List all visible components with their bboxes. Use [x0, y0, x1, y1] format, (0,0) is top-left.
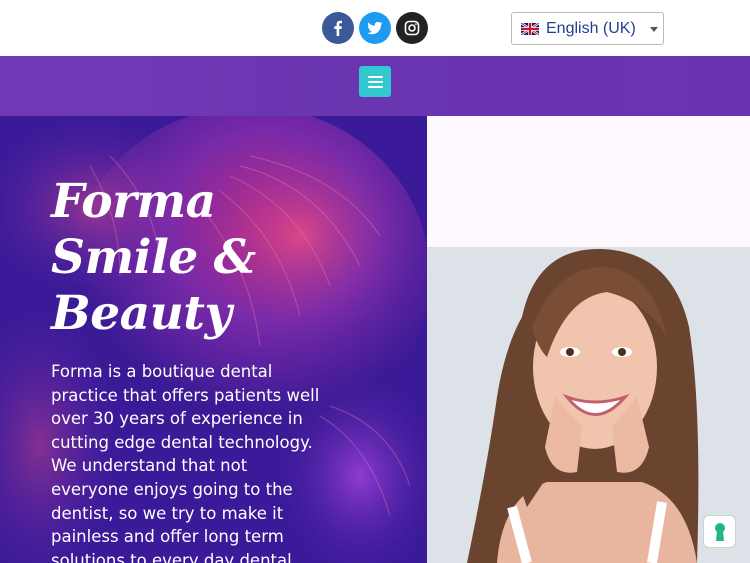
twitter-link[interactable]: [359, 12, 391, 44]
hero-title: Forma Smile & Beauty: [51, 174, 391, 342]
instagram-icon: [404, 20, 420, 36]
top-bar: English (UK): [0, 0, 750, 56]
hamburger-menu-icon: [367, 75, 383, 78]
hero-title-line: Smile &: [51, 230, 256, 285]
facebook-link[interactable]: [322, 12, 354, 44]
twitter-icon: [367, 21, 383, 35]
hero-description: Forma is a boutique dental practice that…: [51, 362, 320, 563]
chevron-down-icon: [650, 27, 658, 32]
uk-flag-icon: [521, 22, 539, 35]
keyhole-icon: [714, 522, 725, 541]
nav-bar: [0, 56, 750, 116]
hero-section: Forma Smile & Beauty Forma is a boutique…: [0, 116, 427, 563]
facebook-icon: [334, 20, 342, 36]
hero-title-line: Forma: [51, 174, 216, 229]
language-selected-label: English (UK): [546, 19, 636, 37]
cookie-settings-button[interactable]: [703, 515, 736, 548]
instagram-link[interactable]: [396, 12, 428, 44]
woman-image: [427, 247, 750, 563]
hero-title-line: Beauty: [51, 286, 232, 341]
language-select[interactable]: English (UK): [511, 12, 664, 45]
menu-toggle-button[interactable]: [359, 66, 391, 97]
smiling-woman-photo: [427, 247, 750, 563]
hero-right-spacer: [427, 116, 750, 247]
